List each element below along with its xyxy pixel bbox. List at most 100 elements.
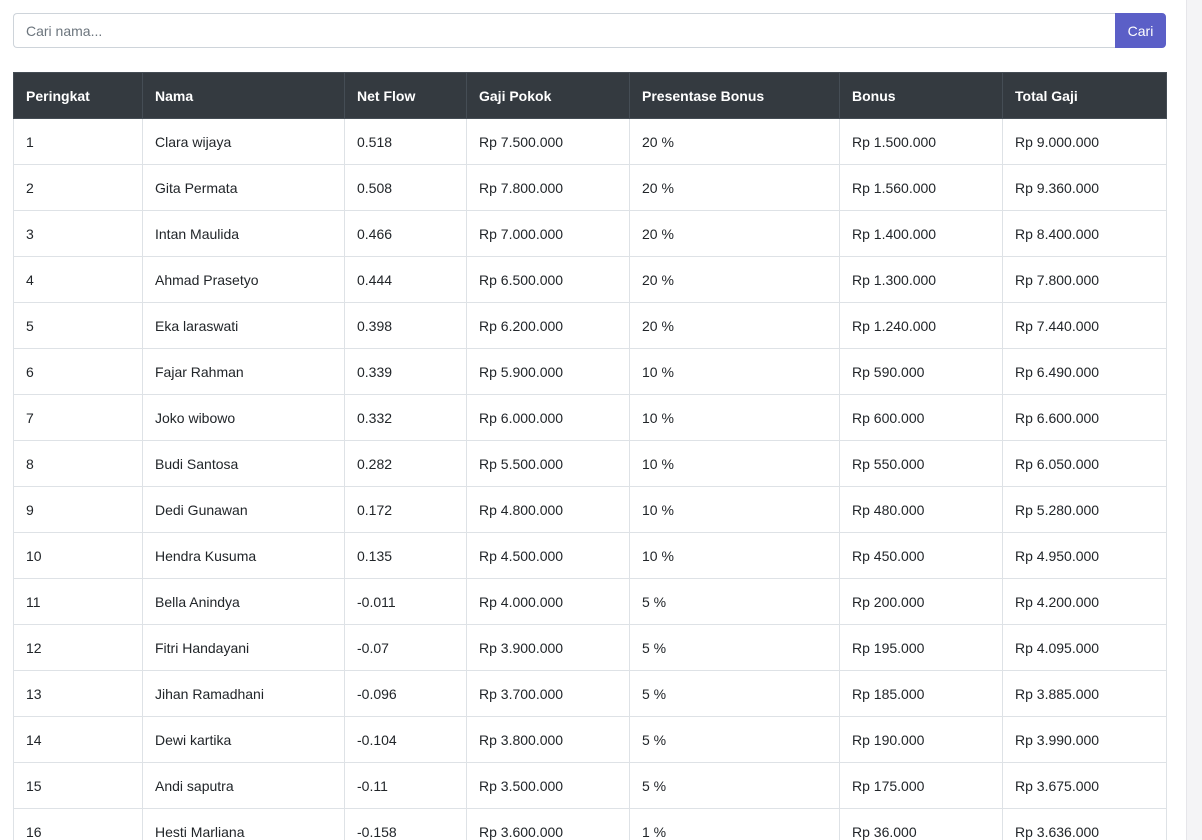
cell-total-salary: Rp 4.200.000: [1002, 578, 1167, 625]
cell-total-salary: Rp 6.050.000: [1002, 440, 1167, 487]
table-row: 1 Clara wijaya 0.518 Rp 7.500.000 20 % Rp 1.5…: [13, 118, 1167, 165]
table-row: 2 Gita Permata 0.508 Rp 7.800.000 20 % Rp 1.5…: [13, 164, 1167, 211]
cell-bonus-percentage: 10 %: [629, 348, 840, 395]
cell-bonus: Rp 195.000: [839, 624, 1003, 671]
cell-name: Intan Maulida: [142, 210, 345, 257]
column-header-bonus: Bonus: [839, 72, 1003, 119]
cell-rank: 9: [13, 486, 143, 533]
cell-bonus-percentage: 20 %: [629, 118, 840, 165]
cell-total-salary: Rp 9.360.000: [1002, 164, 1167, 211]
table-row: 10 Hendra Kusuma 0.135 Rp 4.500.000 10 % Rp 4…: [13, 532, 1167, 579]
cell-base-salary: Rp 3.700.000: [466, 670, 630, 717]
cell-name: Jihan Ramadhani: [142, 670, 345, 717]
cell-bonus-percentage: 20 %: [629, 210, 840, 257]
table-row: 7 Joko wibowo 0.332 Rp 6.000.000 10 % Rp 600.…: [13, 394, 1167, 441]
cell-base-salary: Rp 3.500.000: [466, 762, 630, 809]
cell-total-salary: Rp 3.636.000: [1002, 808, 1167, 840]
cell-total-salary: Rp 6.600.000: [1002, 394, 1167, 441]
cell-bonus-percentage: 1 %: [629, 808, 840, 840]
cell-rank: 1: [13, 118, 143, 165]
cell-total-salary: Rp 7.440.000: [1002, 302, 1167, 349]
cell-base-salary: Rp 7.800.000: [466, 164, 630, 211]
cell-bonus: Rp 190.000: [839, 716, 1003, 763]
column-header-net-flow: Net Flow: [344, 72, 467, 119]
cell-name: Eka laraswati: [142, 302, 345, 349]
cell-base-salary: Rp 5.900.000: [466, 348, 630, 395]
column-header-name: Nama: [142, 72, 345, 119]
cell-bonus: Rp 36.000: [839, 808, 1003, 840]
cell-net-flow: 0.398: [344, 302, 467, 349]
cell-base-salary: Rp 5.500.000: [466, 440, 630, 487]
cell-bonus: Rp 1.500.000: [839, 118, 1003, 165]
cell-bonus-percentage: 5 %: [629, 762, 840, 809]
column-header-base-salary: Gaji Pokok: [466, 72, 630, 119]
cell-total-salary: Rp 8.400.000: [1002, 210, 1167, 257]
cell-name: Andi saputra: [142, 762, 345, 809]
table-row: 3 Intan Maulida 0.466 Rp 7.000.000 20 % Rp 1.…: [13, 210, 1167, 257]
cell-bonus-percentage: 10 %: [629, 394, 840, 441]
cell-bonus: Rp 600.000: [839, 394, 1003, 441]
scrollbar[interactable]: [1186, 0, 1202, 840]
cell-base-salary: Rp 6.500.000: [466, 256, 630, 303]
table-row: 5 Eka laraswati 0.398 Rp 6.200.000 20 % Rp 1.…: [13, 302, 1167, 349]
cell-total-salary: Rp 4.950.000: [1002, 532, 1167, 579]
cell-net-flow: 0.339: [344, 348, 467, 395]
cell-base-salary: Rp 3.800.000: [466, 716, 630, 763]
cell-name: Fitri Handayani: [142, 624, 345, 671]
column-header-total-salary: Total Gaji: [1002, 72, 1167, 119]
cell-rank: 6: [13, 348, 143, 395]
cell-base-salary: Rp 6.200.000: [466, 302, 630, 349]
cell-net-flow: -0.104: [344, 716, 467, 763]
table-row: 16 Hesti Marliana -0.158 Rp 3.600.000 1 % Rp …: [13, 808, 1167, 840]
cell-bonus: Rp 175.000: [839, 762, 1003, 809]
cell-name: Budi Santosa: [142, 440, 345, 487]
table-row: 11 Bella Anindya -0.011 Rp 4.000.000 5 % Rp 2…: [13, 578, 1167, 625]
search-button[interactable]: Cari: [1115, 13, 1166, 48]
cell-base-salary: Rp 4.500.000: [466, 532, 630, 579]
cell-name: Dedi Gunawan: [142, 486, 345, 533]
cell-bonus-percentage: 20 %: [629, 302, 840, 349]
cell-bonus: Rp 550.000: [839, 440, 1003, 487]
cell-total-salary: Rp 3.990.000: [1002, 716, 1167, 763]
cell-rank: 15: [13, 762, 143, 809]
cell-net-flow: -0.096: [344, 670, 467, 717]
cell-total-salary: Rp 9.000.000: [1002, 118, 1167, 165]
cell-bonus-percentage: 5 %: [629, 670, 840, 717]
table-header: Peringkat Nama Net Flow Gaji Pokok Presentas…: [13, 72, 1167, 119]
table-row: 9 Dedi Gunawan 0.172 Rp 4.800.000 10 % Rp 480…: [13, 486, 1167, 533]
cell-net-flow: -0.11: [344, 762, 467, 809]
page: Cari PeringkatNamaNet FlowGaji PokokPres…: [0, 0, 1202, 840]
cell-bonus: Rp 590.000: [839, 348, 1003, 395]
cell-bonus-percentage: 10 %: [629, 532, 840, 579]
cell-total-salary: Rp 5.280.000: [1002, 486, 1167, 533]
cell-name: Gita Permata: [142, 164, 345, 211]
cell-net-flow: 0.444: [344, 256, 467, 303]
cell-total-salary: Rp 4.095.000: [1002, 624, 1167, 671]
cell-rank: 10: [13, 532, 143, 579]
cell-rank: 16: [13, 808, 143, 840]
cell-base-salary: Rp 4.800.000: [466, 486, 630, 533]
cell-bonus: Rp 1.300.000: [839, 256, 1003, 303]
cell-rank: 2: [13, 164, 143, 211]
cell-net-flow: 0.466: [344, 210, 467, 257]
cell-net-flow: 0.332: [344, 394, 467, 441]
cell-rank: 12: [13, 624, 143, 671]
cell-name: Dewi kartika: [142, 716, 345, 763]
cell-base-salary: Rp 6.000.000: [466, 394, 630, 441]
cell-name: Ahmad Prasetyo: [142, 256, 345, 303]
cell-base-salary: Rp 3.900.000: [466, 624, 630, 671]
ranking-table: Peringkat Nama Net Flow Gaji Pokok Presentas…: [13, 72, 1167, 840]
table-row: 12 Fitri Handayani -0.07 Rp 3.900.000 5 % Rp …: [13, 624, 1167, 671]
search-input[interactable]: [13, 13, 1115, 48]
cell-bonus: Rp 1.240.000: [839, 302, 1003, 349]
cell-total-salary: Rp 3.885.000: [1002, 670, 1167, 717]
cell-rank: 5: [13, 302, 143, 349]
cell-net-flow: 0.172: [344, 486, 467, 533]
cell-bonus: Rp 185.000: [839, 670, 1003, 717]
cell-net-flow: 0.518: [344, 118, 467, 165]
column-header-bonus-percentage: Presentase Bonus: [629, 72, 840, 119]
table-row: 6 Fajar Rahman 0.339 Rp 5.900.000 10 % Rp 590…: [13, 348, 1167, 395]
search-bar: Cari: [13, 13, 1166, 48]
cell-bonus: Rp 200.000: [839, 578, 1003, 625]
cell-name: Hesti Marliana: [142, 808, 345, 840]
